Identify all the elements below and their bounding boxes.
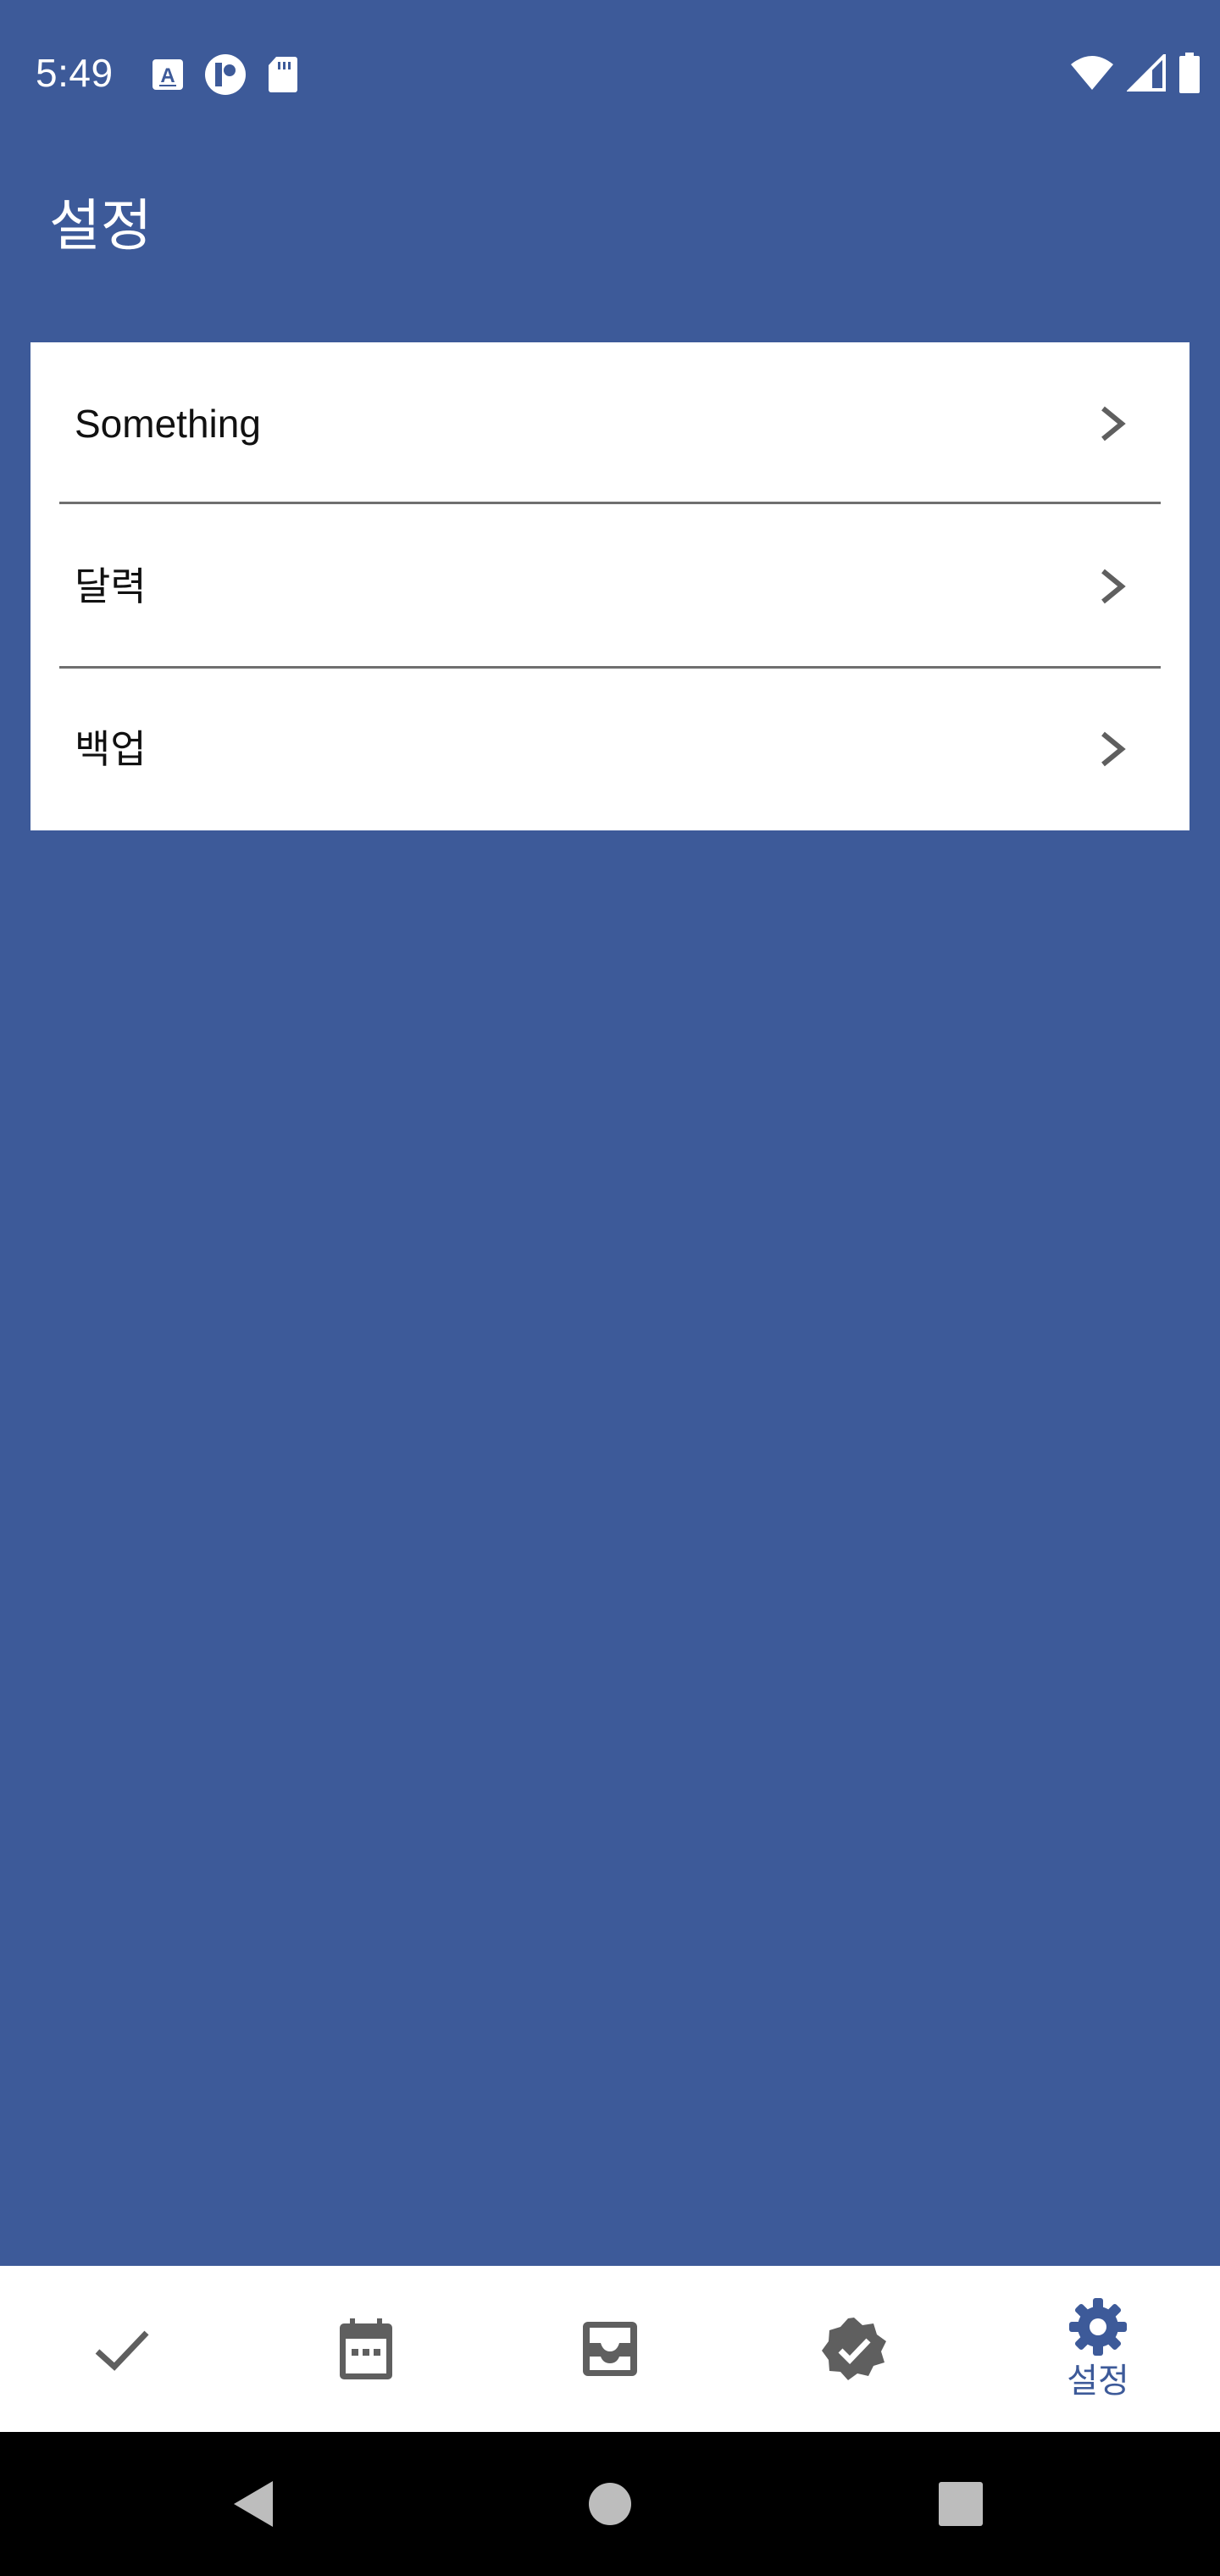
settings-item-something[interactable]: Something (30, 342, 1190, 505)
signal-icon (1127, 54, 1166, 92)
system-navigation-bar (0, 2432, 1220, 2576)
status-notification-icons: A (151, 53, 298, 97)
circle-app-icon (205, 54, 246, 95)
chevron-right-icon (1101, 406, 1126, 441)
wifi-icon (1071, 56, 1113, 90)
settings-item-calendar[interactable]: 달력 (30, 505, 1190, 668)
chevron-right-icon (1101, 731, 1126, 767)
a-keyboard-icon: A (152, 59, 183, 90)
nav-tab-completed[interactable] (732, 2266, 976, 2432)
back-icon[interactable] (232, 2479, 274, 2529)
recents-icon[interactable] (939, 2482, 983, 2526)
divider (59, 502, 1161, 504)
verified-badge-icon (822, 2318, 886, 2380)
svg-text:A: A (160, 64, 175, 87)
nav-tab-label: 설정 (1067, 2362, 1129, 2400)
battery-icon (1179, 53, 1200, 93)
home-icon[interactable] (588, 2482, 632, 2526)
bottom-navigation: 설정 (0, 2266, 1220, 2432)
settings-item-label: 달력 (75, 564, 147, 608)
nav-tab-tasks[interactable] (0, 2266, 244, 2432)
chevron-right-icon (1101, 569, 1126, 604)
settings-item-label: Something (75, 402, 261, 446)
calendar-icon (340, 2318, 392, 2379)
nav-tab-calendar[interactable] (244, 2266, 488, 2432)
status-system-icons (1069, 51, 1201, 95)
check-icon (95, 2330, 149, 2371)
settings-list: Something 달력 백업 (30, 342, 1190, 830)
sd-card-icon (269, 57, 297, 92)
nav-tab-inbox[interactable] (488, 2266, 732, 2432)
settings-item-label: 백업 (75, 727, 147, 771)
nav-tab-settings[interactable]: 설정 (976, 2266, 1220, 2432)
status-bar: 5:49 A (0, 0, 1220, 146)
gear-icon (1069, 2298, 1127, 2356)
settings-item-backup[interactable]: 백업 (30, 668, 1190, 830)
inbox-icon (583, 2322, 637, 2376)
page-title: 설정 (49, 194, 152, 257)
status-time: 5:49 (36, 51, 114, 95)
